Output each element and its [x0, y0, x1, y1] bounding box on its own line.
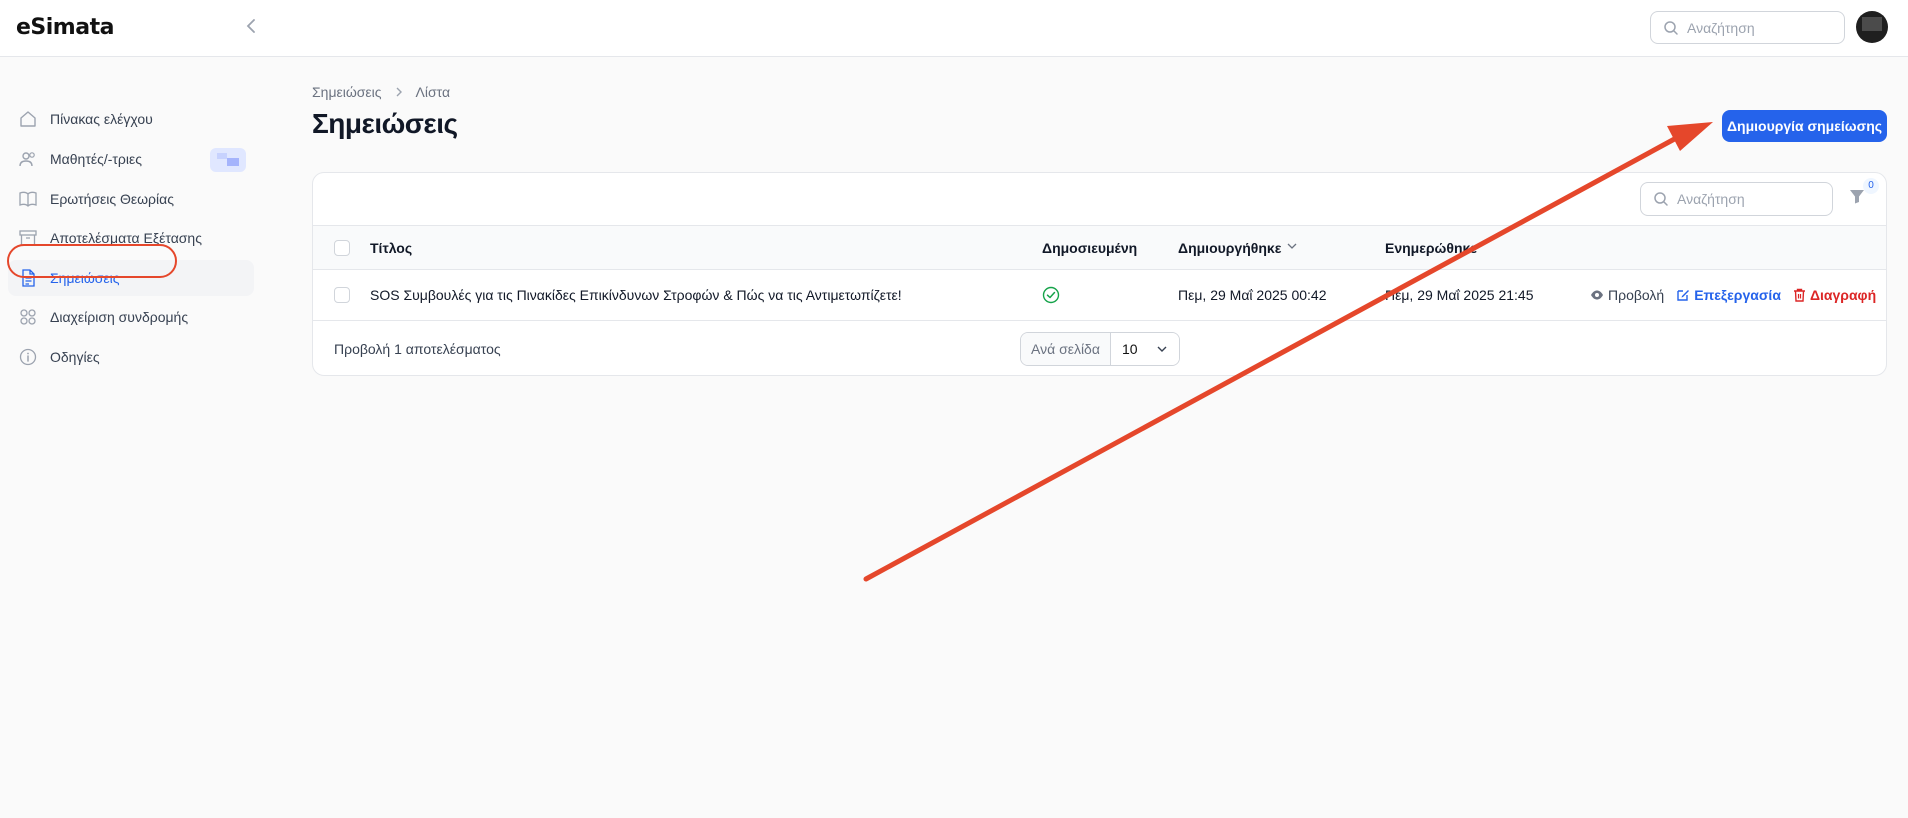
- user-avatar[interactable]: [1856, 11, 1888, 43]
- global-search[interactable]: [1650, 11, 1845, 44]
- sidebar-item-label: Αποτελέσματα Εξέτασης: [50, 230, 202, 246]
- chevron-right-icon: [394, 84, 404, 100]
- table-row[interactable]: SOS Συμβουλές για τις Πινακίδες Επικίνδυ…: [313, 270, 1886, 321]
- sidebar-item-label: Ερωτήσεις Θεωρίας: [50, 191, 174, 207]
- table-toolbar: 0: [313, 173, 1886, 226]
- archive-icon: [18, 228, 38, 248]
- results-count: Προβολή 1 αποτελέσματος: [334, 341, 501, 357]
- sidebar-item-exam-results[interactable]: Αποτελέσματα Εξέτασης: [8, 220, 254, 256]
- sidebar-item-instructions[interactable]: Οδηγίες: [8, 339, 254, 375]
- chevron-down-icon: [1157, 346, 1167, 352]
- sidebar-item-label: Σημειώσεις: [50, 270, 120, 286]
- breadcrumb: Σημειώσεις Λίστα: [312, 84, 450, 100]
- column-header-title[interactable]: Τίτλος: [370, 226, 412, 269]
- grid-icon: [18, 307, 38, 327]
- column-header-created[interactable]: Δημιουργήθηκε: [1178, 226, 1297, 269]
- top-bar: eSimata: [0, 0, 1908, 57]
- sidebar-item-label: Πίνακας ελέγχου: [50, 111, 153, 127]
- sidebar-item-label: Διαχείριση συνδρομής: [50, 309, 189, 325]
- edit-icon: [1677, 290, 1690, 301]
- sidebar: Πίνακας ελέγχου Μαθητές/-τριες Ερωτήσεις…: [0, 57, 256, 818]
- table-search-input[interactable]: [1677, 191, 1827, 207]
- document-icon: [18, 268, 38, 288]
- created-date: Πεμ, 29 Μαΐ 2025 00:42: [1178, 287, 1327, 303]
- home-icon: [18, 109, 38, 129]
- book-icon: [18, 189, 38, 209]
- row-actions: Προβολή Επεξεργασία Διαγραφή: [1590, 270, 1886, 320]
- column-header-label: Δημιουργήθηκε: [1178, 239, 1282, 256]
- delete-action-label: Διαγραφή: [1809, 287, 1877, 303]
- table-header: Τίτλος Δημοσιευμένη Δημιουργήθηκε Ενημερ…: [313, 226, 1886, 270]
- sidebar-item-label: Μαθητές/-τριες: [50, 151, 142, 167]
- per-page-control: Ανά σελίδα 10: [1020, 332, 1180, 366]
- table-footer: Προβολή 1 αποτελέσματος Ανά σελίδα 10: [313, 321, 1886, 375]
- column-header-published[interactable]: Δημοσιευμένη: [1042, 226, 1137, 269]
- sidebar-item-subscription[interactable]: Διαχείριση συνδρομής: [8, 299, 254, 335]
- app-logo[interactable]: eSimata: [16, 14, 114, 40]
- notes-table-card: 0 Τίτλος Δημοσιευμένη Δημιουργήθηκε Ενημ…: [312, 172, 1887, 376]
- sidebar-item-theory-questions[interactable]: Ερωτήσεις Θεωρίας: [8, 181, 254, 217]
- search-icon: [1654, 192, 1668, 206]
- breadcrumb-item[interactable]: Σημειώσεις: [312, 84, 382, 100]
- collapse-sidebar-button[interactable]: [242, 16, 260, 36]
- sidebar-item-dashboard[interactable]: Πίνακας ελέγχου: [8, 101, 254, 137]
- per-page-select[interactable]: 10: [1110, 333, 1179, 365]
- users-icon: [18, 149, 38, 169]
- info-icon: [18, 347, 38, 367]
- sidebar-item-label: Οδηγίες: [50, 349, 100, 365]
- note-title[interactable]: SOS Συμβουλές για τις Πινακίδες Επικίνδυ…: [370, 270, 902, 320]
- table-search[interactable]: [1640, 182, 1833, 216]
- breadcrumb-item: Λίστα: [415, 84, 451, 100]
- eye-icon: [1591, 290, 1603, 300]
- edit-action-label: Επεξεργασία: [1694, 287, 1781, 303]
- sidebar-badge: [210, 148, 246, 172]
- trash-icon: [1793, 288, 1805, 302]
- row-checkbox[interactable]: [334, 287, 350, 303]
- sidebar-item-students[interactable]: Μαθητές/-τριες: [8, 141, 254, 177]
- page-title: Σημειώσεις: [312, 108, 458, 139]
- search-icon: [1664, 20, 1678, 35]
- per-page-value: 10: [1121, 341, 1138, 357]
- select-all-checkbox[interactable]: [334, 239, 350, 256]
- sort-descending-icon: [1287, 242, 1297, 253]
- row-select-cell: [334, 270, 350, 320]
- logo-text: eSimata: [16, 14, 114, 40]
- view-action-label: Προβολή: [1608, 287, 1665, 303]
- annotation-arrow: [863, 122, 1713, 582]
- select-all-cell: [334, 226, 350, 269]
- published-status: [1042, 270, 1060, 320]
- check-circle-icon: [1042, 286, 1060, 304]
- updated-date: Πεμ, 29 Μαΐ 2025 21:45: [1385, 287, 1534, 303]
- per-page-label: Ανά σελίδα: [1021, 333, 1111, 365]
- column-header-updated[interactable]: Ενημερώθηκε: [1385, 226, 1477, 269]
- view-action[interactable]: Προβολή: [1590, 287, 1664, 303]
- delete-action[interactable]: Διαγραφή: [1793, 287, 1876, 303]
- global-search-input[interactable]: [1687, 19, 1837, 36]
- sidebar-item-notes[interactable]: Σημειώσεις: [8, 260, 254, 296]
- edit-action[interactable]: Επεξεργασία: [1676, 287, 1781, 303]
- chevron-left-icon: [246, 19, 255, 33]
- filter-count-badge: 0: [1863, 178, 1879, 194]
- create-note-button[interactable]: Δημιουργία σημείωσης: [1722, 110, 1887, 142]
